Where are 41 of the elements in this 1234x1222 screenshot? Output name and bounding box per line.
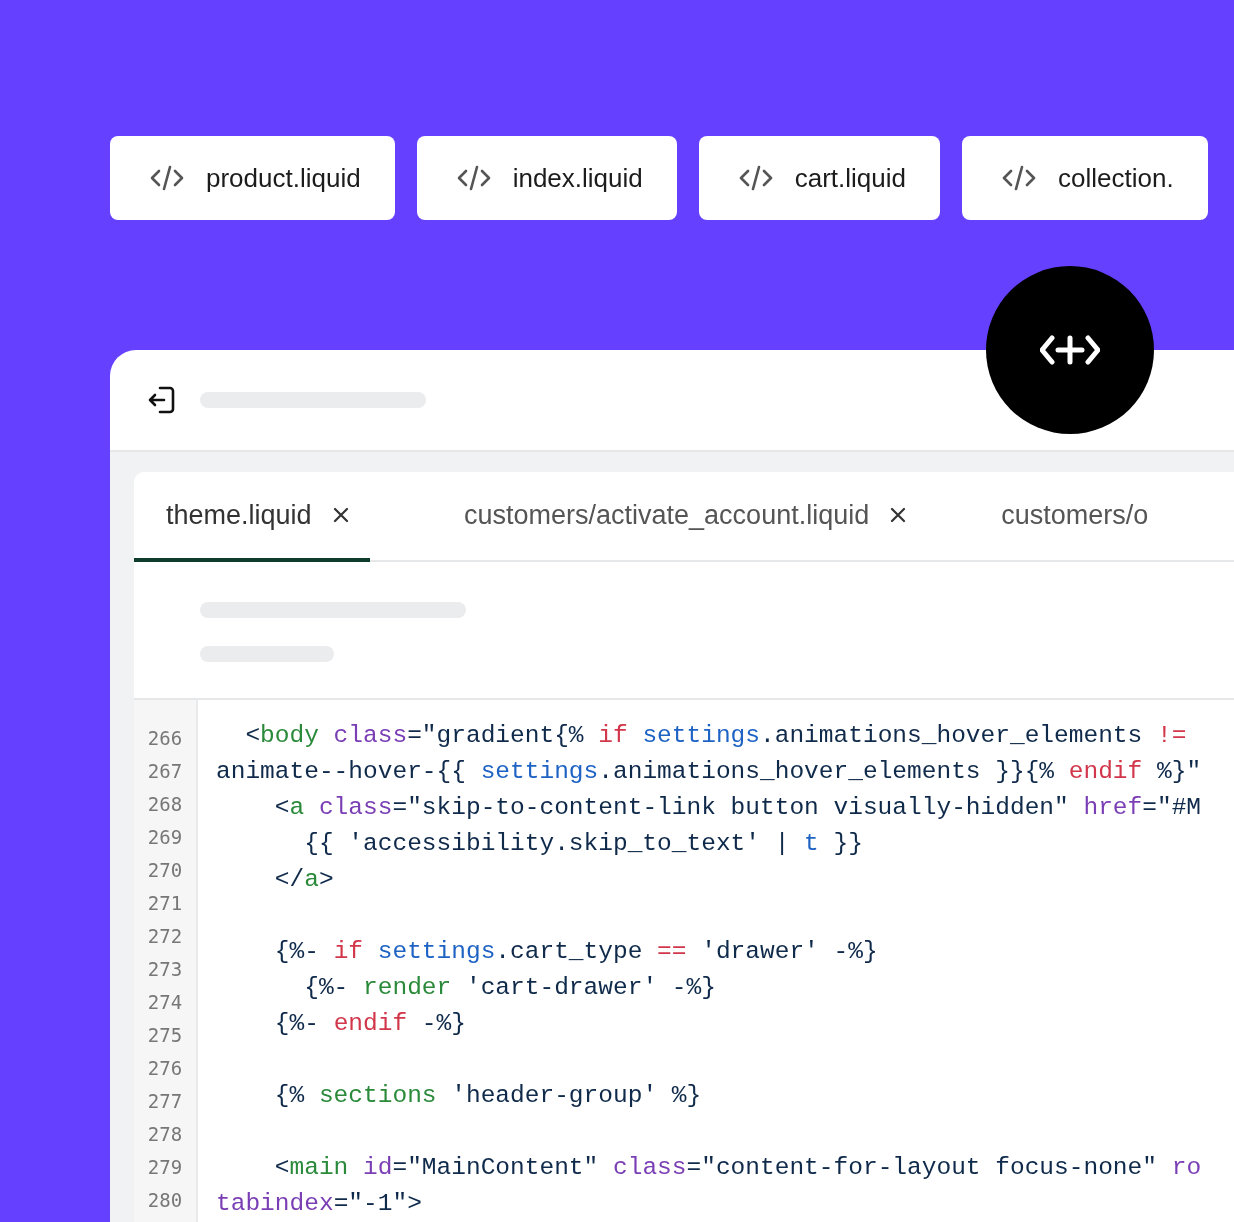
code-line: {%- if settings.cart_type == 'drawer' -%} xyxy=(273,937,879,967)
line-number: 274 xyxy=(146,990,184,1015)
line-number: 275 xyxy=(146,1023,184,1048)
code-line: {%- render 'cart-drawer' -%} xyxy=(303,973,717,1003)
editor-tab[interactable]: customers/activate_account.liquid xyxy=(432,472,908,562)
line-number: 276 xyxy=(146,1056,184,1081)
code-line: {%- endif -%} xyxy=(273,1009,467,1039)
code-plus-icon xyxy=(1040,332,1100,368)
code-icon xyxy=(150,165,184,191)
line-number: 280 xyxy=(146,1188,184,1213)
line-number: 267 xyxy=(146,759,184,784)
editor-tab[interactable]: theme.liquid xyxy=(134,472,370,562)
line-number: 273 xyxy=(146,957,184,982)
line-number: 271 xyxy=(146,891,184,916)
close-icon[interactable] xyxy=(889,506,908,524)
file-chip[interactable]: index.liquid xyxy=(416,136,677,220)
exit-icon[interactable] xyxy=(148,385,176,415)
line-number: 268 xyxy=(146,792,184,817)
line-number: 272 xyxy=(146,924,184,949)
code-icon xyxy=(456,165,491,191)
line-number: 266 xyxy=(146,726,184,751)
code-line: <a class="skip-to-content-link button visually-hidden" href="#M xyxy=(273,793,1203,823)
code-icon xyxy=(738,165,773,191)
code-line: {{ 'accessibility.skip_to_text' | t }} xyxy=(303,829,864,859)
line-number: 278 xyxy=(146,1122,184,1147)
code-line: <body class="gradient{% if settings.animations_hover_elements != xyxy=(244,721,1188,751)
file-chip[interactable]: collection. xyxy=(962,136,1208,220)
line-number: 279 xyxy=(146,1155,184,1180)
code-line: animate--hover-{{ settings.animations_hover_elements }}{% endif %}" xyxy=(216,757,1203,787)
line-number: 277 xyxy=(146,1089,184,1114)
close-icon[interactable] xyxy=(331,506,350,524)
code-line: </a> xyxy=(273,865,335,895)
editor-tab[interactable]: customers/o xyxy=(969,472,1149,562)
line-number: 269 xyxy=(146,825,184,850)
code-line: <main id="MainContent" class="content-for-layout focus-none" ro xyxy=(273,1153,1203,1183)
file-chip[interactable]: cart.liquid xyxy=(698,136,941,220)
code-line: tabindex="-1"> xyxy=(216,1189,423,1219)
line-number: 270 xyxy=(146,858,184,883)
code-icon xyxy=(1002,165,1037,191)
file-chip[interactable]: product.liquid xyxy=(110,136,395,220)
code-line: {% sections 'header-group' %} xyxy=(273,1081,703,1111)
